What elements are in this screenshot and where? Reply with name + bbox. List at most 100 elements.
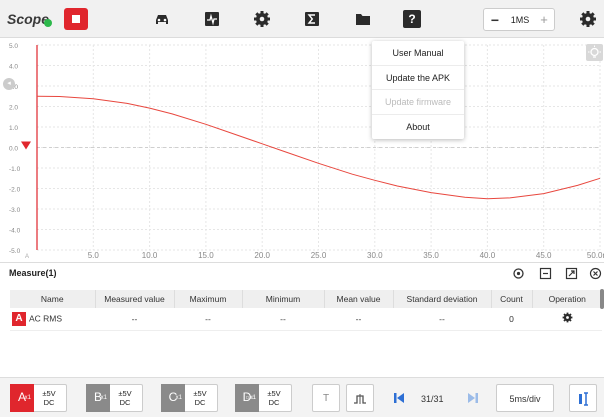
skip-forward-icon — [468, 393, 478, 403]
x-tick-label: 15.0 — [198, 251, 214, 260]
x-tick-label: 40.0 — [480, 251, 496, 260]
row-settings-icon[interactable] — [562, 312, 573, 323]
y-tick-label: 4.0 — [9, 64, 18, 71]
skip-back-icon — [394, 393, 404, 403]
folder-icon[interactable] — [354, 10, 372, 28]
channel-c-button[interactable]: Cx1 ±5V DC — [161, 384, 218, 412]
channel-c-letter: Cx1 — [161, 384, 185, 412]
menu-item-user-manual[interactable]: User Manual — [372, 41, 464, 66]
scope-app: Scope ? − 1MS + 5.0 4.0 2.0 1.0 0.0 -1.0… — [0, 0, 604, 417]
collapse-icon[interactable] — [539, 267, 552, 280]
channel-c-coupling: DC — [194, 398, 206, 407]
row-std: -- — [393, 308, 491, 331]
page-indicator: 31/31 — [421, 394, 444, 404]
timebase-increase-button[interactable]: + — [534, 12, 554, 27]
y-tick-label: -4.0 — [9, 228, 21, 235]
col-operation: Operation — [532, 290, 602, 308]
prev-page-button[interactable] — [385, 384, 413, 412]
side-panel-tab[interactable]: ◂ — [3, 78, 15, 90]
measure-panel: Measure(1) Name Measured value Maximum M… — [0, 262, 604, 377]
row-operation[interactable] — [532, 308, 602, 331]
sigma-icon[interactable] — [303, 10, 321, 28]
col-name: Name — [10, 290, 96, 308]
y-tick-label: -1.0 — [9, 166, 21, 173]
x-tick-label: 45.0 — [536, 251, 552, 260]
trigger-button[interactable]: T — [312, 384, 340, 412]
channel-d-coupling: DC — [268, 398, 280, 407]
settings-icon[interactable] — [579, 10, 597, 28]
channel-a-range: ±5V — [42, 389, 56, 398]
cursor-icon — [579, 392, 588, 406]
menu-item-about[interactable]: About — [372, 115, 464, 140]
channel-d-values: ±5V DC — [261, 389, 287, 407]
row-name: AC RMS — [29, 313, 63, 323]
measure-header-row: Name Measured value Maximum Minimum Mean… — [10, 290, 602, 308]
x-tick-label: 35.0 — [423, 251, 439, 260]
gear-icon[interactable] — [253, 10, 271, 28]
channel-d-letter: DLC Dx1 — [235, 384, 259, 412]
cursor-label: A — [25, 254, 29, 260]
channel-b-letter: Bx1 — [86, 384, 110, 412]
x-tick-label: 5.0 — [88, 251, 100, 260]
measure-header: Measure(1) — [0, 263, 604, 285]
col-maximum: Maximum — [174, 290, 243, 308]
app-logo: Scope — [7, 11, 50, 27]
expand-icon[interactable] — [565, 267, 578, 280]
channel-c-mult: x1 — [175, 395, 182, 401]
waveform-icon[interactable] — [203, 10, 221, 28]
car-icon[interactable] — [153, 10, 171, 28]
help-icon[interactable]: ? — [403, 10, 421, 28]
channel-c-range: ±5V — [193, 389, 207, 398]
y-tick-label: 2.0 — [9, 105, 18, 112]
channel-c-values: ±5V DC — [187, 389, 213, 407]
y-tick-label: -2.0 — [9, 187, 21, 194]
measure-scrollbar[interactable] — [600, 289, 604, 309]
col-mean: Mean value — [324, 290, 394, 308]
col-measured: Measured value — [95, 290, 175, 308]
y-tick-label: 1.0 — [9, 125, 18, 132]
channel-a-mult: x1 — [24, 395, 31, 401]
table-row[interactable]: A AC RMS -- -- -- -- -- 0 — [10, 308, 602, 331]
close-icon[interactable] — [589, 267, 602, 280]
measure-settings-icon[interactable] — [512, 267, 525, 280]
x-tick-label: 20.0 — [254, 251, 270, 260]
lamp-icon[interactable] — [586, 44, 603, 61]
row-measured: -- — [95, 308, 174, 331]
row-maximum: -- — [174, 308, 242, 331]
y-tick-label: 0.0 — [9, 146, 18, 153]
top-toolbar: Scope ? − 1MS + — [0, 0, 604, 38]
row-count: 0 — [491, 308, 532, 331]
bottom-bar: Ax1 ±5V DC Bx1 ±5V DC Cx1 ±5V DC DLC Dx1 ±5V… — [0, 377, 604, 417]
menu-item-update-firmware: Update firmware — [372, 90, 464, 115]
stop-button[interactable] — [64, 8, 88, 30]
channel-badge: A — [12, 311, 26, 326]
channel-a-coupling: DC — [43, 398, 55, 407]
channel-a-button[interactable]: Ax1 ±5V DC — [10, 384, 67, 412]
logo-status-dot — [44, 19, 52, 27]
channel-a-letter: Ax1 — [10, 384, 34, 412]
timebase-decrease-button[interactable]: − — [484, 12, 506, 28]
col-std: Standard deviation — [393, 290, 492, 308]
timebase-rate-button[interactable]: 5ms/div — [496, 384, 554, 412]
x-tick-label: 50.0ms — [587, 251, 604, 260]
channel-b-values: ±5V DC — [112, 389, 138, 407]
y-tick-label: -5.0 — [9, 248, 21, 255]
cursor-toggle-button[interactable] — [569, 384, 597, 412]
x-tick-label: 25.0 — [311, 251, 327, 260]
trigger-edge-button[interactable] — [346, 384, 374, 412]
menu-item-update-apk[interactable]: Update the APK — [372, 66, 464, 90]
channel-b-coupling: DC — [119, 398, 131, 407]
channel-b-mult: x1 — [100, 395, 107, 401]
channel-d-mult: x1 — [249, 395, 256, 401]
channel-b-range: ±5V — [118, 389, 132, 398]
channel-d-button[interactable]: DLC Dx1 ±5V DC — [235, 384, 292, 412]
y-tick-label: -3.0 — [9, 207, 21, 214]
measure-title: Measure(1) — [9, 268, 57, 278]
channel-b-button[interactable]: Bx1 ±5V DC — [86, 384, 143, 412]
help-menu: User Manual Update the APK Update firmwa… — [372, 41, 464, 139]
measure-table: Name Measured value Maximum Minimum Mean… — [10, 290, 602, 331]
timebase-control: − 1MS + — [483, 8, 555, 31]
next-page-button[interactable] — [459, 384, 487, 412]
waveform-chart[interactable]: 5.04.03.02.01.00.0-1.0-2.0-3.0-4.0-5.05.… — [0, 39, 604, 260]
row-mean: -- — [324, 308, 393, 331]
